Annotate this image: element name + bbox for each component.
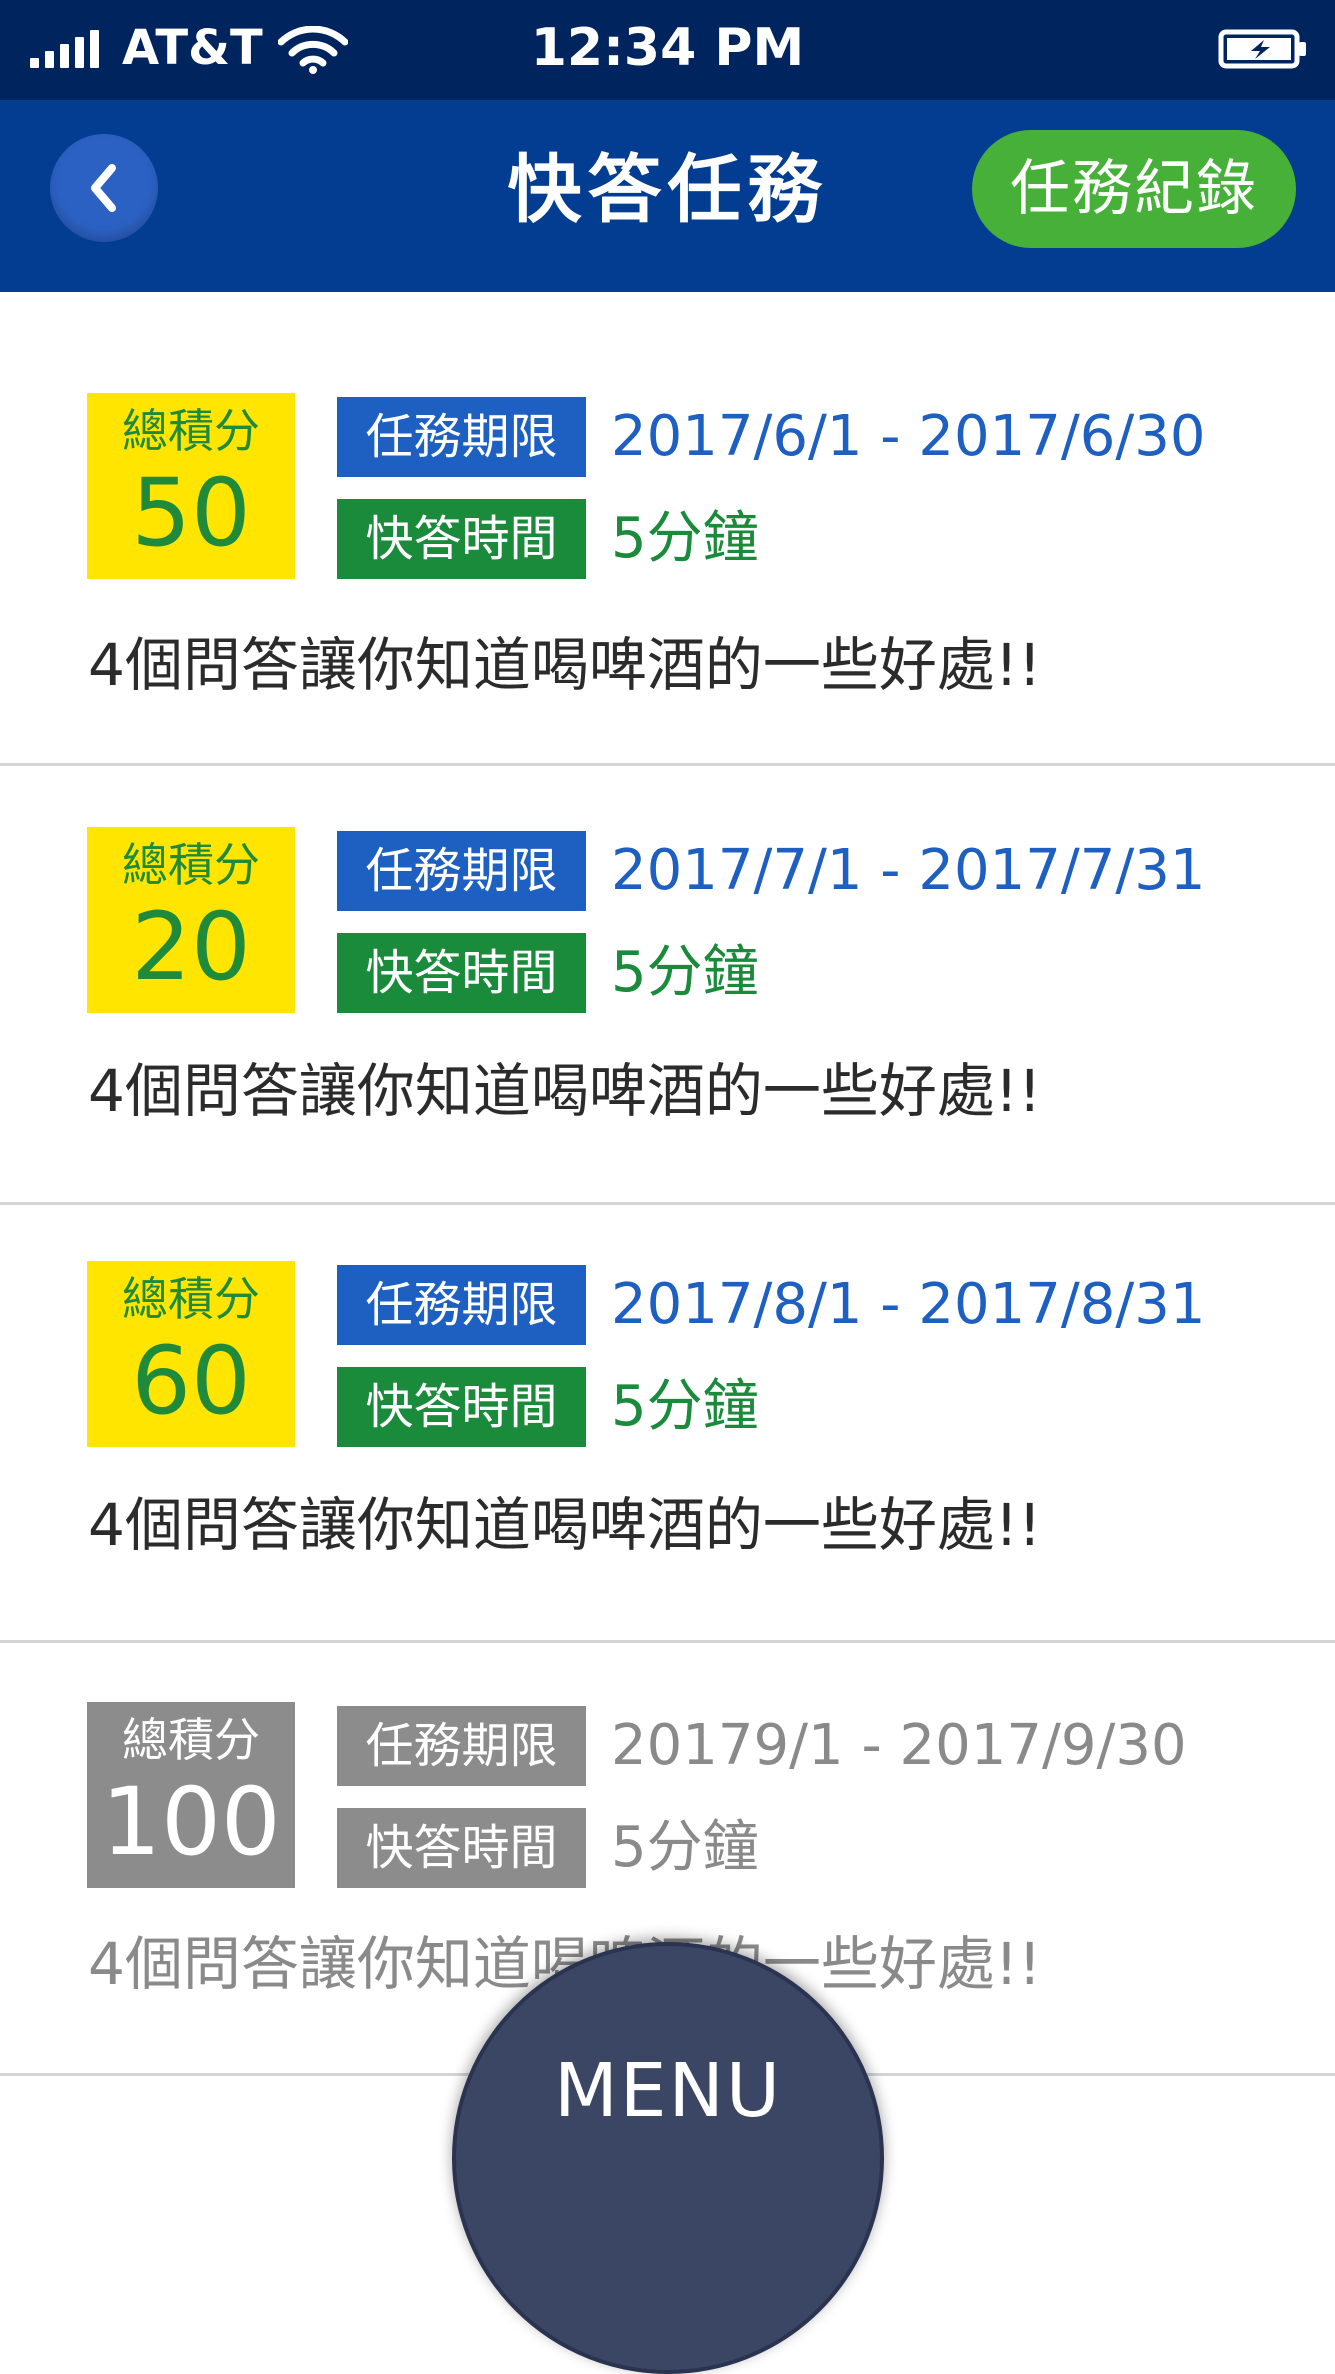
score-value: 50: [131, 459, 251, 568]
status-time: 12:34 PM: [530, 18, 805, 78]
battery-charging-icon: [1218, 28, 1308, 74]
status-bar: AT&T 12:34 PM: [0, 0, 1335, 100]
period-tag: 任務期限: [337, 1265, 586, 1345]
period-tag: 任務期限: [337, 397, 586, 477]
score-badge: 總積分 60: [87, 1261, 295, 1447]
time-tag: 快答時間: [337, 1367, 586, 1447]
time-value: 5分鐘: [611, 1815, 759, 1880]
divider: [0, 763, 1335, 766]
period-value: 2017/6/1 - 2017/6/30: [611, 404, 1206, 469]
menu-button[interactable]: MENU: [452, 1942, 884, 2374]
time-tag: 快答時間: [337, 499, 586, 579]
divider: [0, 1202, 1335, 1205]
menu-label: MENU: [553, 2048, 783, 2134]
time-value: 5分鐘: [611, 940, 759, 1005]
task-record-button[interactable]: 任務紀錄: [972, 130, 1296, 248]
period-tag: 任務期限: [337, 1706, 586, 1786]
score-value: 60: [131, 1327, 251, 1436]
score-badge: 總積分 50: [87, 393, 295, 579]
score-label: 總積分: [122, 1713, 260, 1767]
period-value: 20179/1 - 2017/9/30: [611, 1713, 1187, 1778]
time-tag: 快答時間: [337, 1808, 586, 1888]
time-value: 5分鐘: [611, 506, 759, 571]
score-value: 20: [131, 893, 251, 1002]
score-badge: 總積分 100: [87, 1702, 295, 1888]
period-value: 2017/8/1 - 2017/8/31: [611, 1272, 1206, 1337]
period-value: 2017/7/1 - 2017/7/31: [611, 838, 1206, 903]
time-tag: 快答時間: [337, 933, 586, 1013]
score-badge: 總積分 20: [87, 827, 295, 1013]
period-tag: 任務期限: [337, 831, 586, 911]
task-description: 4個問答讓你知道喝啤酒的一些好處!!: [88, 631, 1042, 699]
score-label: 總積分: [122, 404, 260, 458]
score-label: 總積分: [122, 1272, 260, 1326]
divider: [0, 1640, 1335, 1643]
score-value: 100: [101, 1768, 281, 1877]
task-description: 4個問答讓你知道喝啤酒的一些好處!!: [88, 1491, 1042, 1559]
task-description: 4個問答讓你知道喝啤酒的一些好處!!: [88, 1057, 1042, 1125]
nav-bar: 快答任務 任務紀錄: [0, 100, 1335, 292]
time-value: 5分鐘: [611, 1374, 759, 1439]
score-label: 總積分: [122, 838, 260, 892]
